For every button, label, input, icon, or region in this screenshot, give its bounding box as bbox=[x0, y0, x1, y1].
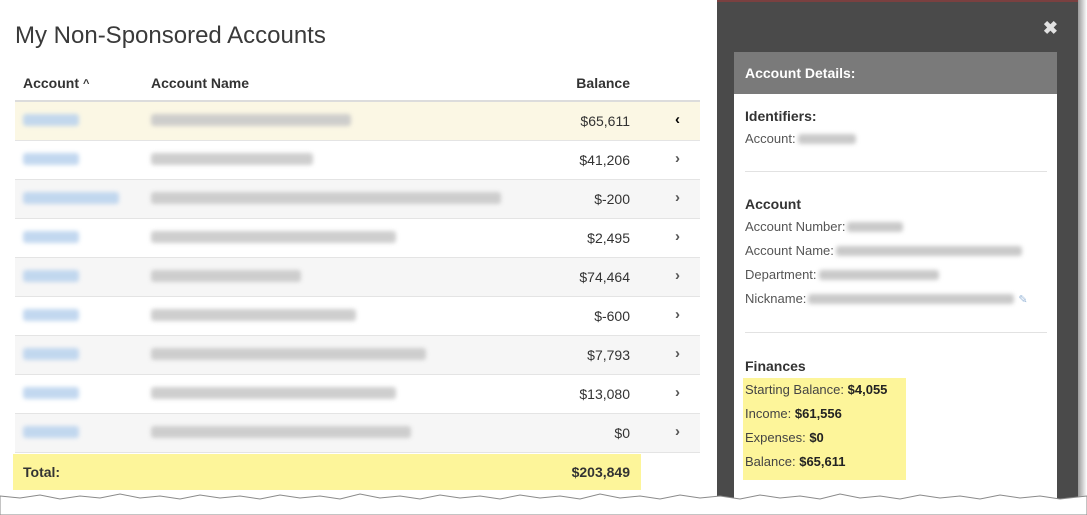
balance-value: $41,206 bbox=[579, 152, 630, 168]
table-row[interactable]: $7,793 › bbox=[15, 336, 700, 375]
starting-balance-row: Starting Balance: $4,055 bbox=[745, 382, 888, 397]
page-title: My Non-Sponsored Accounts bbox=[15, 22, 326, 49]
balance-value: $74,464 bbox=[579, 269, 630, 285]
column-header-balance[interactable]: Balance bbox=[576, 75, 630, 91]
details-overlay: ✖ Account Details: Identifiers: Account:… bbox=[717, 0, 1078, 515]
account-name-text bbox=[151, 270, 301, 282]
account-number-link[interactable] bbox=[23, 270, 79, 282]
table-row[interactable]: $65,611 ‹ bbox=[15, 102, 700, 141]
caret-up-icon: ^ bbox=[83, 78, 90, 90]
department-row: Department: bbox=[745, 267, 1047, 284]
account-name-text bbox=[151, 153, 313, 165]
redacted-value bbox=[797, 134, 856, 144]
table-row[interactable]: $74,464 › bbox=[15, 258, 700, 297]
account-number-link[interactable] bbox=[23, 309, 79, 321]
chevron-right-icon[interactable]: › bbox=[675, 306, 680, 323]
close-icon[interactable]: ✖ bbox=[1043, 18, 1058, 39]
redacted-value bbox=[808, 294, 1015, 304]
chevron-right-icon[interactable]: › bbox=[675, 423, 680, 440]
balance-value: $-200 bbox=[594, 191, 630, 207]
account-number-link[interactable] bbox=[23, 192, 119, 204]
balance-value: $65,611 bbox=[580, 113, 630, 129]
torn-edge bbox=[0, 493, 1087, 515]
redacted-value bbox=[818, 270, 939, 280]
edit-icon[interactable]: ✎ bbox=[1018, 294, 1027, 306]
account-name-text bbox=[151, 192, 501, 204]
balance-value: $13,080 bbox=[579, 386, 630, 402]
total-row: Total: $203,849 bbox=[13, 454, 641, 490]
chevron-right-icon[interactable]: › bbox=[675, 267, 680, 284]
table-row[interactable]: $13,080 › bbox=[15, 375, 700, 414]
top-border bbox=[717, 0, 1078, 2]
account-number-link[interactable] bbox=[23, 426, 79, 438]
account-section: Account Account Number: Account Name: De… bbox=[745, 196, 1047, 308]
table-row[interactable]: $-600 › bbox=[15, 297, 700, 336]
account-number-link[interactable] bbox=[23, 114, 79, 126]
account-number-link[interactable] bbox=[23, 348, 79, 360]
total-value: $203,849 bbox=[571, 464, 630, 480]
account-name-text bbox=[151, 231, 396, 243]
balance-value: $7,793 bbox=[587, 347, 630, 363]
balance-value: $-600 bbox=[594, 308, 630, 324]
total-label: Total: bbox=[23, 464, 61, 480]
finances-highlight: Starting Balance: $4,055 Income: $61,556… bbox=[743, 378, 906, 480]
details-header: Account Details: bbox=[734, 52, 1057, 94]
balance-value: $2,495 bbox=[587, 230, 630, 246]
account-number-link[interactable] bbox=[23, 387, 79, 399]
finances-title: Finances bbox=[745, 358, 806, 374]
accounts-table: Account ^ Account Name Balance $65,611 ‹ … bbox=[15, 64, 700, 453]
account-name-row: Account Name: bbox=[745, 243, 1047, 260]
account-name-text bbox=[151, 387, 396, 399]
column-header-account[interactable]: Account ^ bbox=[23, 75, 89, 91]
redacted-value bbox=[835, 246, 1022, 256]
income-row: Income: $61,556 bbox=[745, 406, 842, 421]
account-number-link[interactable] bbox=[23, 153, 79, 165]
chevron-left-icon[interactable]: ‹ bbox=[675, 111, 680, 128]
chevron-right-icon[interactable]: › bbox=[675, 384, 680, 401]
account-section-title: Account bbox=[745, 196, 801, 212]
account-name-text bbox=[151, 348, 426, 360]
chevron-right-icon[interactable]: › bbox=[675, 228, 680, 245]
identifiers-title: Identifiers: bbox=[745, 108, 817, 124]
table-row[interactable]: $-200 › bbox=[15, 180, 700, 219]
account-details-card: Account Details: Identifiers: Account: A… bbox=[734, 52, 1057, 502]
redacted-value bbox=[847, 222, 904, 232]
chevron-right-icon[interactable]: › bbox=[675, 150, 680, 167]
account-number-link[interactable] bbox=[23, 231, 79, 243]
divider bbox=[745, 332, 1047, 333]
balance-value: $0 bbox=[614, 425, 630, 441]
account-name-text bbox=[151, 114, 351, 126]
account-name-text bbox=[151, 426, 411, 438]
account-number-row: Account Number: bbox=[745, 219, 1047, 236]
expenses-row: Expenses: $0 bbox=[745, 430, 824, 445]
divider bbox=[745, 171, 1047, 172]
identifier-account: Account: bbox=[745, 131, 1047, 148]
page-shadow bbox=[1078, 0, 1087, 515]
balance-row: Balance: $65,611 bbox=[745, 454, 846, 469]
screenshot-frame: My Non-Sponsored Accounts Account ^ Accou… bbox=[0, 0, 1087, 515]
table-row[interactable]: $2,495 › bbox=[15, 219, 700, 258]
chevron-right-icon[interactable]: › bbox=[675, 189, 680, 206]
finances-section: Finances bbox=[745, 358, 1047, 374]
column-header-account-name[interactable]: Account Name bbox=[151, 75, 249, 91]
account-name-text bbox=[151, 309, 356, 321]
nickname-row: Nickname: ✎ bbox=[745, 291, 1028, 306]
identifiers-section: Identifiers: Account: bbox=[745, 108, 1047, 148]
accounts-panel: My Non-Sponsored Accounts Account ^ Accou… bbox=[0, 0, 717, 515]
chevron-right-icon[interactable]: › bbox=[675, 345, 680, 362]
table-row[interactable]: $0 › bbox=[15, 414, 700, 453]
table-row[interactable]: $41,206 › bbox=[15, 141, 700, 180]
table-header: Account ^ Account Name Balance bbox=[15, 64, 700, 102]
